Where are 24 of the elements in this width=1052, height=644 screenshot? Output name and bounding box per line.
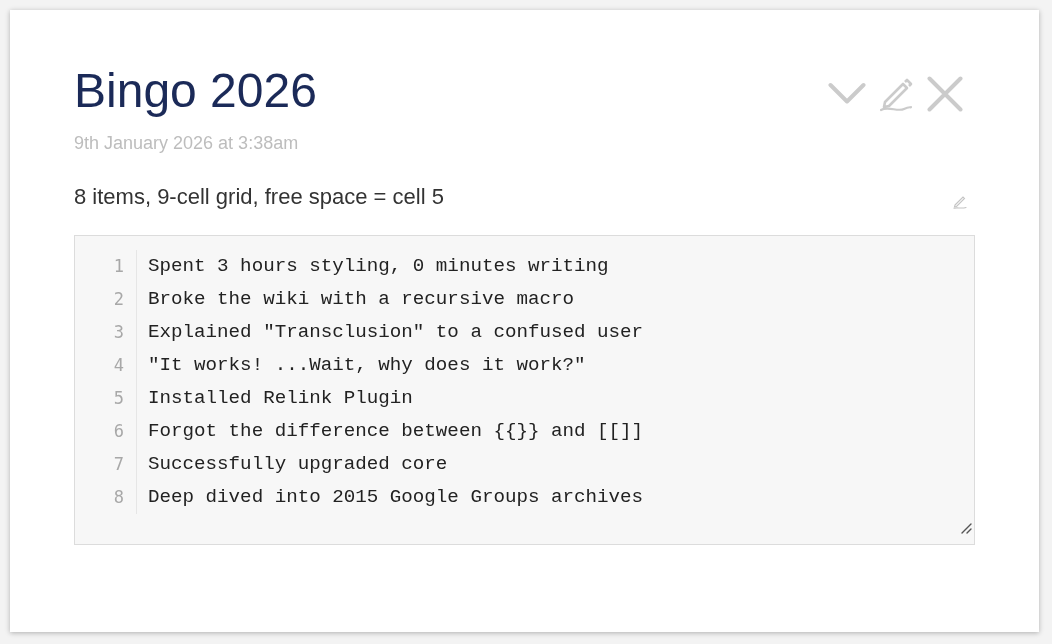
resize-grip-icon[interactable] <box>961 523 972 534</box>
close-icon[interactable] <box>927 76 963 112</box>
code-line: Installed Relink Plugin <box>148 386 413 411</box>
note-title: Bingo 2026 <box>74 63 317 119</box>
line-number: 8 <box>112 486 124 509</box>
code-line: Broke the wiki with a recursive macro <box>148 287 575 312</box>
note-timestamp: 9th January 2026 at 3:38am <box>74 132 300 154</box>
line-number: 4 <box>112 354 124 377</box>
line-number: 2 <box>112 288 124 311</box>
code-editor[interactable] <box>74 235 975 545</box>
code-line: Successfully upgraded core <box>148 452 448 477</box>
line-number: 7 <box>112 453 124 476</box>
code-line: Forgot the difference between {{}} and [[]] <box>148 419 644 444</box>
line-number: 6 <box>112 420 124 443</box>
code-line: Deep dived into 2015 Google Groups archives <box>148 485 644 510</box>
line-number: 5 <box>112 387 124 410</box>
line-number: 3 <box>112 321 124 344</box>
code-line: Explained "Transclusion" to a confused user <box>148 320 644 345</box>
chevron-down-icon[interactable] <box>828 82 866 106</box>
pencil-icon[interactable] <box>880 76 913 112</box>
code-line: Spent 3 hours styling, 0 minutes writing <box>148 254 609 279</box>
code-line: "It works! ...Wait, why does it work?" <box>148 353 586 378</box>
line-number: 1 <box>112 255 124 278</box>
note-description: 8 items, 9-cell grid, free space = cell 5 <box>74 184 444 210</box>
